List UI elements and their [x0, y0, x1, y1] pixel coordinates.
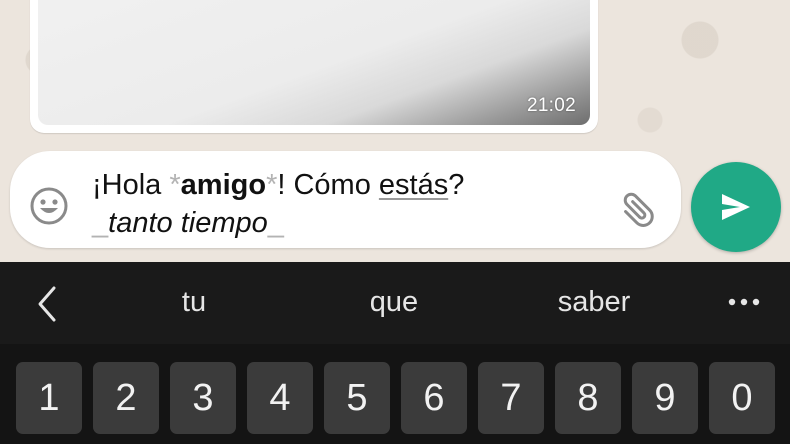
key-1[interactable]: 1 [16, 362, 82, 434]
key-6[interactable]: 6 [401, 362, 467, 434]
send-button[interactable] [691, 162, 781, 252]
italic-marker-close: _ [267, 207, 284, 239]
bold-marker-open: * [169, 169, 181, 201]
key-0[interactable]: 0 [709, 362, 775, 434]
send-arrow-icon [722, 194, 750, 220]
text-segment: ¡Hola [92, 169, 170, 201]
number-key-row: 1 2 3 4 5 6 7 8 9 0 [16, 362, 786, 434]
media-image-preview[interactable]: 21:02 [38, 0, 590, 125]
media-message-bubble[interactable]: 21:02 [30, 0, 598, 133]
italic-phrase: tanto tiempo [108, 207, 268, 239]
suggestion-bar: tu que saber [0, 262, 790, 344]
message-timestamp: 21:02 [526, 95, 576, 116]
soft-keyboard: tu que saber 1 2 3 4 5 6 7 8 9 0 [0, 262, 790, 444]
chevron-left-icon[interactable] [30, 284, 64, 324]
key-7[interactable]: 7 [478, 362, 544, 434]
suggestion-1[interactable]: tu [114, 286, 274, 319]
key-9[interactable]: 9 [632, 362, 698, 434]
message-input[interactable]: ¡Hola *amigo*! Cómo estás? _tanto tiempo_ [92, 166, 612, 242]
key-4[interactable]: 4 [247, 362, 313, 434]
key-8[interactable]: 8 [555, 362, 621, 434]
text-segment: ? [448, 169, 465, 201]
suggestion-3[interactable]: saber [514, 286, 674, 319]
key-5[interactable]: 5 [324, 362, 390, 434]
key-2[interactable]: 2 [93, 362, 159, 434]
bold-marker-close: * [266, 169, 278, 201]
bold-word: amigo [180, 169, 267, 201]
more-dots-icon[interactable] [724, 290, 764, 314]
paperclip-icon[interactable] [616, 185, 662, 231]
text-segment: ! Cómo [277, 169, 379, 201]
smiley-face-icon[interactable] [28, 185, 70, 227]
italic-marker-open: _ [92, 207, 109, 239]
key-3[interactable]: 3 [170, 362, 236, 434]
suggestion-2[interactable]: que [314, 286, 474, 319]
message-composer[interactable]: ¡Hola *amigo*! Cómo estás? _tanto tiempo_ [10, 151, 681, 248]
underlined-word: estás [378, 169, 449, 201]
